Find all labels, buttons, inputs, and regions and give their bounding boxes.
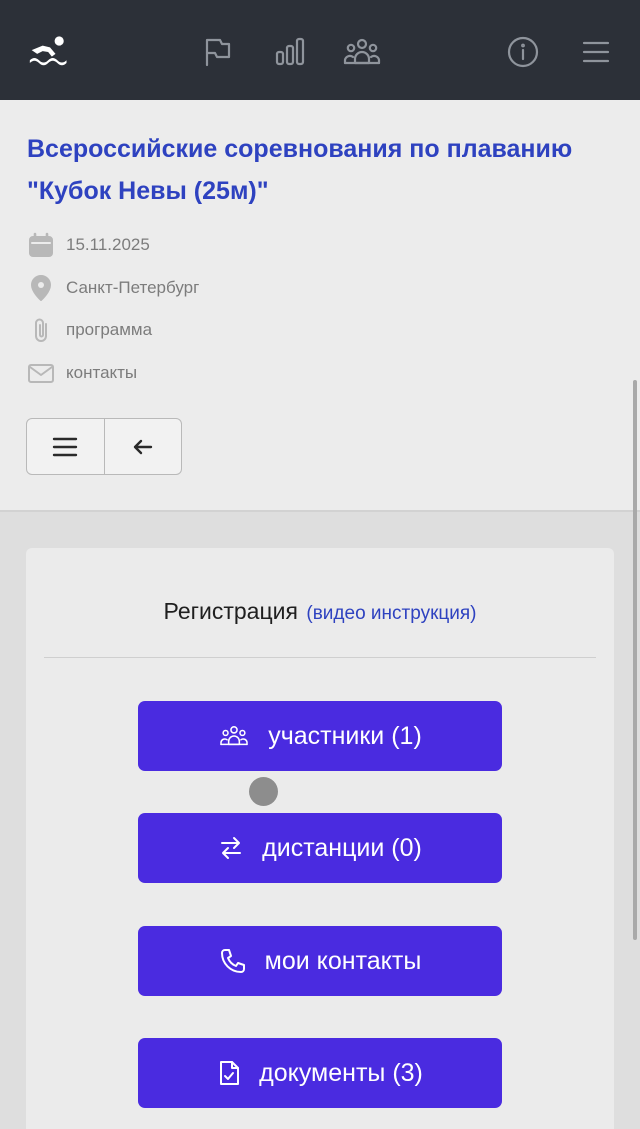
back-button[interactable] — [103, 419, 182, 474]
my-contacts-button[interactable]: мои контакты — [138, 926, 502, 996]
top-navbar — [0, 0, 640, 100]
phone-icon — [220, 949, 245, 973]
paperclip-icon — [27, 316, 55, 344]
header-button-group — [26, 418, 182, 475]
registration-heading: Регистрация (видео инструкция) — [0, 598, 640, 625]
video-instruction-link[interactable]: (видео инструкция) — [306, 603, 476, 624]
my-contacts-label: мои контакты — [264, 946, 422, 975]
event-contacts-link[interactable]: контакты — [66, 363, 137, 383]
flag-icon[interactable] — [195, 30, 239, 74]
menu-icon[interactable] — [574, 30, 618, 74]
event-date-text: 15.11.2025 — [66, 235, 150, 254]
documents-button[interactable]: документы (3) — [138, 1038, 502, 1108]
info-icon[interactable] — [501, 30, 545, 74]
divider — [44, 657, 596, 658]
documents-label: документы (3) — [259, 1058, 423, 1087]
event-location-text: Санкт-Петербург — [66, 278, 200, 297]
calendar-icon — [27, 231, 55, 259]
event-title: Всероссийские соревнования по плаванию "… — [27, 135, 573, 205]
event-date: 15.11.2025 — [27, 230, 150, 260]
envelope-icon — [27, 359, 55, 387]
event-location: Санкт-Петербург — [27, 273, 199, 303]
document-check-icon — [220, 1061, 240, 1085]
touch-indicator — [249, 777, 278, 806]
event-program-link[interactable]: программа — [66, 320, 152, 340]
distances-label: дистанции (0) — [262, 833, 422, 862]
scrollbar[interactable] — [633, 380, 637, 940]
users-icon — [220, 726, 248, 746]
users-icon[interactable] — [340, 30, 384, 74]
location-pin-icon — [27, 274, 55, 302]
registration-title: Регистрация — [163, 598, 298, 624]
list-menu-button[interactable] — [27, 419, 104, 474]
bar-chart-icon[interactable] — [268, 30, 312, 74]
swimmer-logo-icon[interactable] — [28, 30, 72, 74]
event-program[interactable]: программа — [27, 315, 152, 345]
hamburger-icon — [53, 437, 78, 456]
swap-arrows-icon — [221, 837, 242, 859]
event-contacts[interactable]: контакты — [27, 358, 137, 388]
participants-label: участники (1) — [268, 721, 422, 750]
arrow-left-icon — [133, 439, 152, 454]
participants-button[interactable]: участники (1) — [138, 701, 502, 771]
distances-button[interactable]: дистанции (0) — [138, 813, 502, 883]
